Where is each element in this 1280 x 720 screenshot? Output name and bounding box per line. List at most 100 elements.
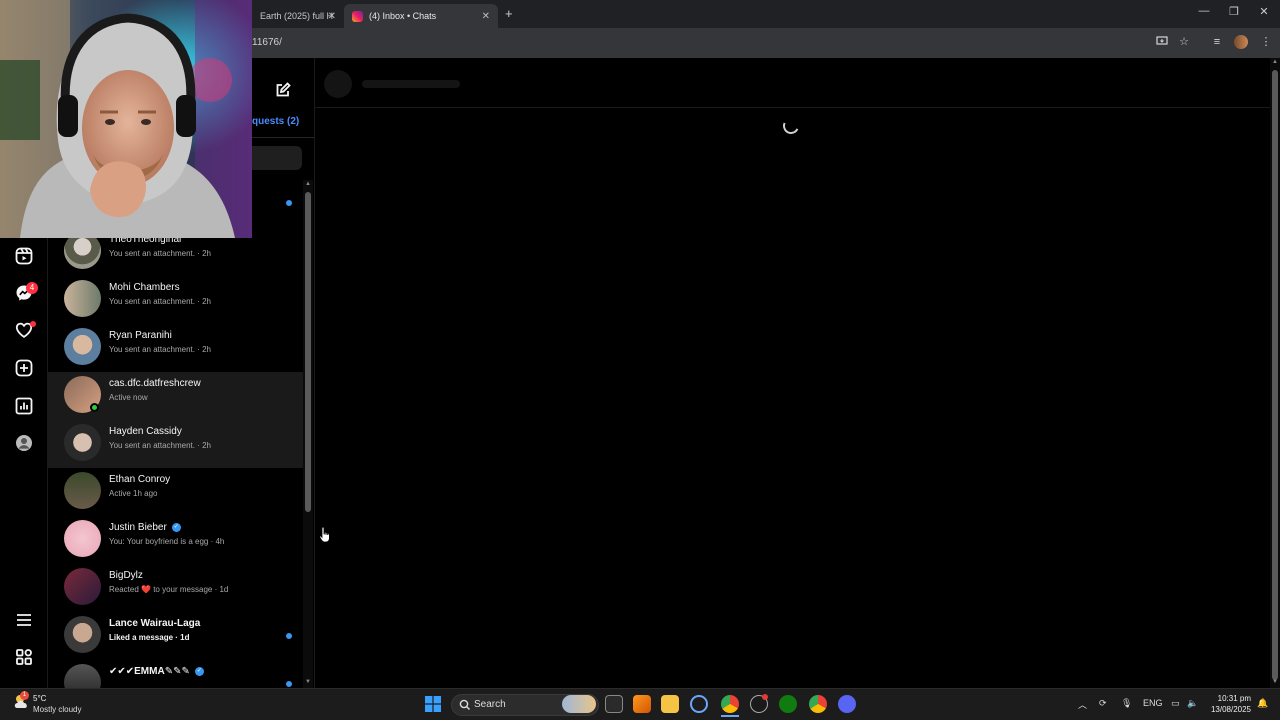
media-queue-icon[interactable]: ≡ xyxy=(1210,35,1224,49)
new-tab-button[interactable]: + xyxy=(505,6,513,21)
chat-search-input[interactable] xyxy=(252,146,302,170)
weather-temp[interactable]: 5°C xyxy=(33,694,46,703)
message-requests-link[interactable]: quests (2) xyxy=(252,116,299,127)
chat-name: BigDylz xyxy=(109,570,143,581)
verified-badge-icon: ✓ xyxy=(171,522,181,532)
chat-list-scroll-thumb[interactable] xyxy=(305,192,311,512)
header-avatar-placeholder xyxy=(324,70,352,98)
profile-icon[interactable] xyxy=(14,433,34,453)
close-window-icon[interactable]: ✕ xyxy=(1256,5,1272,18)
chat-preview: Active 1h ago xyxy=(109,489,158,498)
chat-name-text: cas.dfc.datfreshcrew xyxy=(109,378,201,389)
webcam-person-image xyxy=(0,0,252,238)
dashboard-insights-icon[interactable] xyxy=(14,396,34,416)
clock-date[interactable]: 13/08/2025 xyxy=(1207,705,1251,714)
kebab-menu-icon[interactable]: ⋮ xyxy=(1259,35,1273,49)
page-scroll-thumb[interactable] xyxy=(1272,70,1278,680)
chat-row[interactable]: cas.dfc.datfreshcrew Active now xyxy=(48,372,304,420)
minimize-icon[interactable]: — xyxy=(1196,5,1212,17)
sync-icon[interactable]: ⟳ xyxy=(1099,698,1107,709)
language-indicator[interactable]: ENG xyxy=(1143,698,1163,708)
chat-name: cas.dfc.datfreshcrew xyxy=(109,378,201,389)
tab-label: (4) Inbox • Chats xyxy=(369,11,437,21)
also-from-meta-icon[interactable] xyxy=(14,647,34,667)
chat-preview: You sent an attachment. · 2h xyxy=(109,345,211,354)
restore-icon[interactable]: ❐ xyxy=(1226,5,1242,18)
active-app-indicator xyxy=(721,715,739,717)
unread-dot xyxy=(286,681,292,687)
profile-avatar[interactable] xyxy=(1234,35,1248,49)
avatar xyxy=(64,472,101,509)
windows-start-icon[interactable] xyxy=(425,696,441,712)
avatar xyxy=(64,616,101,653)
webcam-overlay xyxy=(0,0,252,238)
discord-icon[interactable] xyxy=(838,695,856,713)
install-app-icon[interactable] xyxy=(1155,35,1169,49)
url-field[interactable]: 11676/ xyxy=(252,37,282,48)
weather-description[interactable]: Mostly cloudy xyxy=(33,705,81,714)
chat-name-text: Lance Wairau-Laga xyxy=(109,618,201,629)
header-name-placeholder xyxy=(362,80,460,88)
chat-preview: Reacted ❤️ to your message · 1d xyxy=(109,585,229,594)
task-view-icon[interactable] xyxy=(605,695,623,713)
fl-studio-icon[interactable] xyxy=(633,695,651,713)
chat-name-text: Hayden Cassidy xyxy=(109,426,182,437)
file-explorer-icon[interactable] xyxy=(661,695,679,713)
chat-row[interactable]: Justin Bieber ✓ You: Your boyfriend is a e… xyxy=(48,516,304,564)
chat-name: Lance Wairau-Laga xyxy=(109,618,200,629)
xbox-icon[interactable] xyxy=(779,695,797,713)
more-menu-icon[interactable] xyxy=(14,610,34,630)
search-highlight-image xyxy=(562,695,596,713)
chrome-icon[interactable] xyxy=(721,695,739,713)
unread-dot xyxy=(286,200,292,206)
unread-dot xyxy=(286,633,292,639)
chat-name: Mohi Chambers xyxy=(109,282,180,293)
chat-name: Ryan Paranihi xyxy=(109,330,172,341)
hand-cursor-icon xyxy=(319,526,331,544)
tray-overflow-chevron-icon[interactable]: ︿ xyxy=(1078,698,1087,711)
chat-row[interactable]: Ryan Paranihi You sent an attachment. · 2… xyxy=(48,324,304,372)
chat-row[interactable]: Lance Wairau-Laga Liked a message · 1d xyxy=(48,612,304,660)
clock-time[interactable]: 10:31 pm xyxy=(1213,694,1251,703)
chat-name-text: ✔✔✔EMMA✎✎✎ xyxy=(109,666,190,677)
chat-preview: You: Your boyfriend is a egg · 4h xyxy=(109,537,225,546)
page-scroll-down-icon[interactable]: ▼ xyxy=(1270,679,1280,685)
weather-badge: 1 xyxy=(20,691,29,700)
chat-name-text: Ethan Conroy xyxy=(109,474,171,485)
bookmark-star-icon[interactable]: ☆ xyxy=(1177,35,1191,49)
obs-record-dot xyxy=(762,694,768,700)
tab-divider xyxy=(252,137,314,138)
online-status-dot xyxy=(90,403,99,412)
compose-message-icon[interactable] xyxy=(275,82,291,98)
chat-name: ✔✔✔EMMA✎✎✎ ✓ xyxy=(109,666,204,677)
chat-name-text: BigDylz xyxy=(109,570,143,581)
close-icon[interactable]: ✕ xyxy=(482,11,490,22)
chat-name: Justin Bieber ✓ xyxy=(109,522,181,533)
network-icon[interactable]: ▭ xyxy=(1171,698,1180,709)
create-plus-icon[interactable] xyxy=(14,358,34,378)
close-icon[interactable]: ✕ xyxy=(328,11,336,22)
volume-icon[interactable]: 🔈 xyxy=(1187,698,1198,709)
chat-preview: You sent an attachment. · 2h xyxy=(109,249,211,258)
chat-row[interactable]: Hayden Cassidy You sent an attachment. · … xyxy=(48,420,304,468)
avatar xyxy=(64,568,101,605)
chat-name: Hayden Cassidy xyxy=(109,426,182,437)
microphone-icon[interactable]: 🎙 xyxy=(1121,698,1132,709)
notification-center-icon[interactable]: 🔔 xyxy=(1257,698,1268,709)
tab-inbox[interactable]: (4) Inbox • Chats ✕ xyxy=(344,4,498,28)
chat-row[interactable]: Ethan Conroy Active 1h ago xyxy=(48,468,304,516)
chat-row[interactable]: BigDylz Reacted ❤️ to your message · 1d xyxy=(48,564,304,612)
chat-name-text: Mohi Chambers xyxy=(109,282,180,293)
chrome-profile-icon[interactable] xyxy=(809,695,827,713)
cortana-circle-icon[interactable] xyxy=(690,695,708,713)
tab-earth[interactable]: Earth (2025) full H ✕ xyxy=(252,4,344,28)
scroll-up-arrow-icon[interactable]: ▲ xyxy=(303,181,313,187)
chat-row[interactable]: Mohi Chambers You sent an attachment. · 2… xyxy=(48,276,304,324)
notification-dot xyxy=(30,321,36,327)
page-scroll-up-icon[interactable]: ▲ xyxy=(1270,59,1280,65)
chat-preview: Active now xyxy=(109,393,148,402)
scroll-down-arrow-icon[interactable]: ▼ xyxy=(303,679,313,685)
chat-name-text: Ryan Paranihi xyxy=(109,330,172,341)
reels-icon[interactable] xyxy=(14,246,34,266)
messages-badge: 4 xyxy=(26,282,38,294)
